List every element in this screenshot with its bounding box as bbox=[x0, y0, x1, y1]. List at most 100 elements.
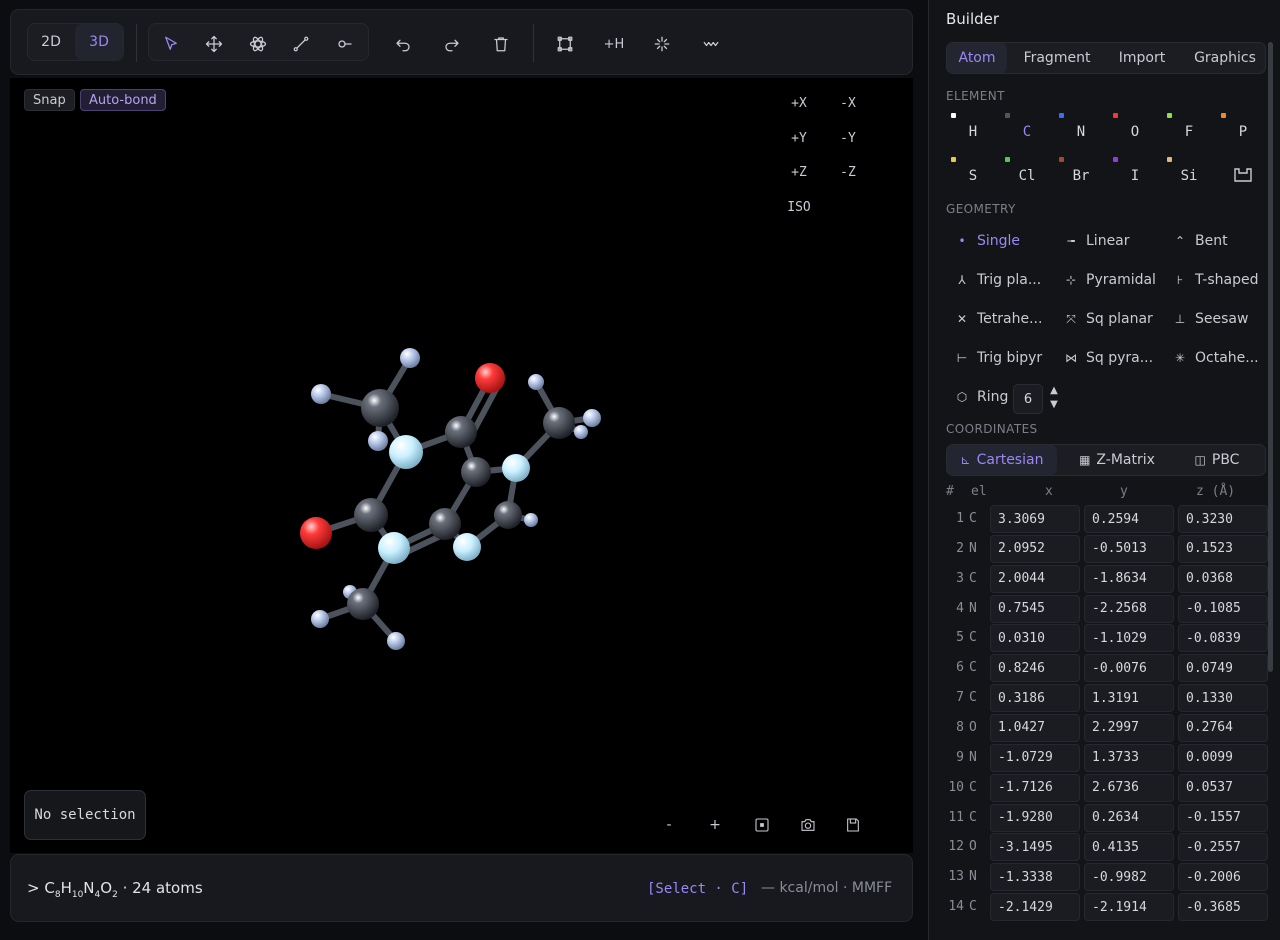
coord-y-input[interactable]: 0.2634 bbox=[1084, 803, 1174, 832]
coord-x-input[interactable]: 3.3069 bbox=[990, 505, 1080, 533]
geometry-option-sq-planar[interactable]: ⤧ Sq planar bbox=[1062, 304, 1153, 334]
coord-y-input[interactable]: 2.2997 bbox=[1084, 713, 1174, 742]
coord-x-input[interactable]: 0.8246 bbox=[990, 654, 1080, 683]
bond-tool-button[interactable] bbox=[289, 32, 313, 56]
coord-x-input[interactable]: -1.0729 bbox=[990, 743, 1080, 772]
coord-y-input[interactable]: -1.8634 bbox=[1084, 564, 1174, 593]
geometry-option-trig-pla[interactable]: ⅄ Trig pla... bbox=[953, 265, 1041, 295]
element-button-br[interactable]: Br bbox=[1054, 154, 1108, 194]
tab-fragment[interactable]: Fragment bbox=[1017, 43, 1097, 73]
bounding-box-button[interactable] bbox=[553, 32, 577, 56]
scrollbar[interactable] bbox=[1268, 42, 1273, 672]
element-button-n[interactable]: N bbox=[1054, 110, 1108, 150]
coord-z-input[interactable]: -0.0839 bbox=[1178, 624, 1268, 653]
ring-option[interactable]: ⬡ Ring bbox=[953, 382, 1009, 412]
geometry-option-single[interactable]: • Single bbox=[953, 226, 1020, 256]
geometry-option-seesaw[interactable]: ⊥ Seesaw bbox=[1171, 304, 1249, 334]
coord-z-input[interactable]: 0.0537 bbox=[1178, 773, 1268, 802]
element-button-cl[interactable]: Cl bbox=[1000, 154, 1054, 194]
chevron-down-icon[interactable]: ▼ bbox=[1047, 398, 1061, 412]
element-button-h[interactable]: H bbox=[946, 110, 1000, 150]
coord-x-input[interactable]: 2.0044 bbox=[990, 564, 1080, 593]
coord-y-input[interactable]: 1.3191 bbox=[1084, 684, 1174, 713]
coord-y-input[interactable]: -0.0076 bbox=[1084, 654, 1174, 683]
coord-z-input[interactable]: 0.1523 bbox=[1178, 534, 1268, 563]
screenshot-button[interactable] bbox=[797, 814, 819, 836]
zoom-in-button[interactable]: + bbox=[704, 814, 726, 836]
element-button-o[interactable]: O bbox=[1108, 110, 1162, 150]
coord-y-input[interactable]: -0.5013 bbox=[1084, 534, 1174, 563]
ring-size-stepper[interactable]: ▲ ▼ bbox=[1047, 384, 1061, 414]
coord-z-input[interactable]: 0.2764 bbox=[1178, 713, 1268, 742]
molecule-render[interactable] bbox=[10, 78, 913, 853]
mode-3d-button[interactable]: 3D bbox=[75, 24, 123, 60]
move-tool-button[interactable] bbox=[202, 32, 226, 56]
select-tool-button[interactable] bbox=[159, 32, 183, 56]
tab-pbc[interactable]: ◫ PBC bbox=[1177, 445, 1257, 475]
tab-atom[interactable]: Atom bbox=[947, 43, 1007, 73]
coord-z-input[interactable]: 0.0368 bbox=[1178, 564, 1268, 593]
coord-z-input[interactable]: 0.0099 bbox=[1178, 743, 1268, 772]
coord-x-input[interactable]: -2.1429 bbox=[990, 893, 1080, 922]
delete-button[interactable] bbox=[489, 32, 513, 56]
coord-y-input[interactable]: -2.1914 bbox=[1084, 893, 1174, 922]
coord-z-input[interactable]: 0.0749 bbox=[1178, 654, 1268, 683]
add-hydrogens-button[interactable]: +H bbox=[599, 32, 629, 56]
measure-tool-button[interactable] bbox=[333, 32, 357, 56]
3d-viewport[interactable]: Snap Auto-bond +X -X +Y -Y +Z -Z ISO No … bbox=[10, 78, 913, 853]
geometry-option-bent[interactable]: ⌃ Bent bbox=[1171, 226, 1228, 256]
coord-y-input[interactable]: -0.9982 bbox=[1084, 863, 1174, 892]
tab-zmatrix[interactable]: ▦ Z-Matrix bbox=[1067, 445, 1167, 475]
ring-size-input[interactable]: 6 bbox=[1013, 384, 1043, 414]
element-button-p[interactable]: P bbox=[1216, 110, 1270, 150]
geometry-option-tetrahe[interactable]: ✕ Tetrahe... bbox=[953, 304, 1042, 334]
geometry-option-t-shaped[interactable]: ⊦ T-shaped bbox=[1171, 265, 1259, 295]
coord-y-input[interactable]: -2.2568 bbox=[1084, 594, 1174, 623]
tab-cartesian[interactable]: ⊾ Cartesian bbox=[947, 445, 1057, 475]
coord-x-input[interactable]: 0.7545 bbox=[990, 594, 1080, 623]
fit-view-button[interactable] bbox=[751, 814, 773, 836]
coord-x-input[interactable]: -1.3338 bbox=[990, 863, 1080, 892]
coord-y-input[interactable]: 1.3733 bbox=[1084, 743, 1174, 772]
coord-y-input[interactable]: -1.1029 bbox=[1084, 624, 1174, 653]
tab-graphics[interactable]: Graphics bbox=[1185, 43, 1265, 73]
element-button-s[interactable]: S bbox=[946, 154, 1000, 194]
coord-x-input[interactable]: -1.7126 bbox=[990, 773, 1080, 802]
coord-z-input[interactable]: -0.1085 bbox=[1178, 594, 1268, 623]
zoom-out-button[interactable]: - bbox=[658, 814, 680, 836]
geometry-option-trig-bipyr[interactable]: ⊢ Trig bipyr bbox=[953, 343, 1042, 373]
geometry-option-octahe[interactable]: ✳ Octahe... bbox=[1171, 343, 1259, 373]
tab-import[interactable]: Import bbox=[1107, 43, 1177, 73]
coord-z-input[interactable]: -0.2557 bbox=[1178, 833, 1268, 862]
atom-tool-button[interactable] bbox=[246, 32, 270, 56]
mode-2d-button[interactable]: 2D bbox=[28, 24, 74, 60]
element-button-f[interactable]: F bbox=[1162, 110, 1216, 150]
coord-z-input[interactable]: -0.3685 bbox=[1178, 893, 1268, 922]
geometry-option-pyramidal[interactable]: ⊹ Pyramidal bbox=[1062, 265, 1156, 295]
coord-x-input[interactable]: 1.0427 bbox=[990, 713, 1080, 742]
element-button-si[interactable]: Si bbox=[1162, 154, 1216, 194]
coord-x-input[interactable]: 0.0310 bbox=[990, 624, 1080, 653]
optimize-button[interactable] bbox=[650, 32, 674, 56]
coord-y-input[interactable]: 2.6736 bbox=[1084, 773, 1174, 802]
element-button-i[interactable]: I bbox=[1108, 154, 1162, 194]
save-button[interactable] bbox=[842, 814, 864, 836]
coord-z-input[interactable]: -0.1557 bbox=[1178, 803, 1268, 832]
coord-y-input[interactable]: 0.2594 bbox=[1084, 505, 1174, 533]
vibration-button[interactable] bbox=[699, 32, 723, 56]
geometry-option-sq-pyra[interactable]: ⋈ Sq pyra... bbox=[1062, 343, 1153, 373]
coord-x-input[interactable]: 2.0952 bbox=[990, 534, 1080, 563]
periodic-table-button[interactable] bbox=[1215, 160, 1269, 200]
coord-z-input[interactable]: 0.1330 bbox=[1178, 684, 1268, 713]
coord-x-input[interactable]: -1.9280 bbox=[990, 803, 1080, 832]
redo-button[interactable] bbox=[440, 32, 464, 56]
undo-button[interactable] bbox=[391, 32, 415, 56]
element-button-c[interactable]: C bbox=[1000, 110, 1054, 150]
coord-x-input[interactable]: 0.3186 bbox=[990, 684, 1080, 713]
coord-z-input[interactable]: 0.3230 bbox=[1178, 505, 1268, 533]
coord-y-input[interactable]: 0.4135 bbox=[1084, 833, 1174, 862]
geometry-option-linear[interactable]: ╼ Linear bbox=[1062, 226, 1129, 256]
coord-x-input[interactable]: -3.1495 bbox=[990, 833, 1080, 862]
coord-z-input[interactable]: -0.2006 bbox=[1178, 863, 1268, 892]
chevron-up-icon[interactable]: ▲ bbox=[1047, 384, 1061, 398]
